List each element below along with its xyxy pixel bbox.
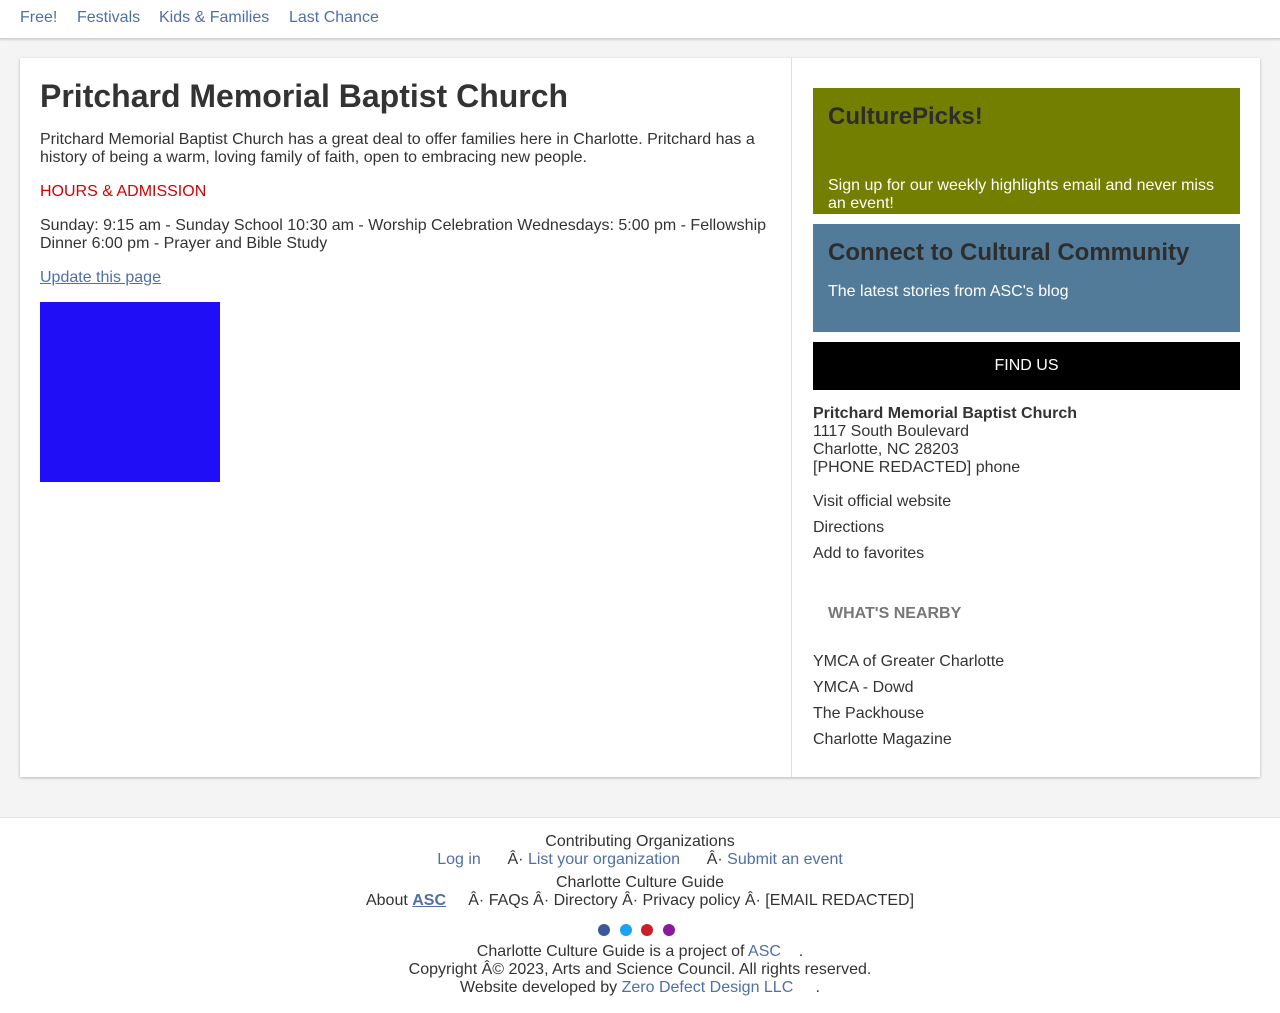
- venue-image: [40, 302, 220, 482]
- separator: Â·: [507, 851, 524, 868]
- developed-text: Website developed by: [460, 979, 618, 996]
- privacy-policy-link[interactable]: Privacy policy: [643, 892, 741, 909]
- directions-link[interactable]: Directions: [813, 519, 951, 545]
- directory-link[interactable]: Directory: [554, 892, 618, 909]
- project-text: Charlotte Culture Guide is a project of: [476, 943, 745, 960]
- separator: Â·: [744, 892, 761, 909]
- nav-link-last-chance[interactable]: Last Chance: [289, 9, 379, 27]
- developer-period: .: [815, 979, 820, 996]
- twitter-icon[interactable]: [619, 924, 632, 936]
- venue-links: Visit official website Directions Add to…: [813, 493, 951, 571]
- guide-heading: Charlotte Culture Guide: [555, 874, 725, 891]
- venue-address: Pritchard Memorial Baptist Church 1117 S…: [813, 405, 1077, 477]
- find-us-header: FIND US: [813, 342, 1240, 390]
- facebook-icon[interactable]: [598, 924, 610, 936]
- list-organization-link[interactable]: List your organization: [528, 851, 680, 868]
- nearby-item[interactable]: The Packhouse: [813, 705, 1004, 731]
- visit-website-link[interactable]: Visit official website: [813, 493, 951, 519]
- intro-text: Pritchard Memorial Baptist Church has a …: [40, 131, 755, 166]
- asc-link[interactable]: ASC: [412, 892, 446, 909]
- separator: Â·: [706, 851, 723, 868]
- footer: Contributing Organizations Log in Â· Lis…: [0, 817, 1280, 1013]
- venue-phone: [PHONE REDACTED] phone: [813, 459, 1021, 476]
- separator: Â·: [533, 892, 550, 909]
- page-title: Pritchard Memorial Baptist Church: [40, 78, 569, 114]
- nearby-item[interactable]: YMCA - Dowd: [813, 679, 1004, 705]
- about-label: About: [365, 892, 408, 909]
- developer-link[interactable]: Zero Defect Design LLC: [622, 979, 794, 996]
- nearby-item[interactable]: YMCA of Greater Charlotte: [813, 653, 1004, 679]
- separator: Â·: [468, 892, 485, 909]
- footer-email[interactable]: [EMAIL REDACTED]: [765, 892, 914, 909]
- nav-link-kids-families[interactable]: Kids & Families: [159, 9, 269, 27]
- connect-title: Connect to Cultural Community: [828, 239, 1190, 266]
- copyright-text: Copyright Â© 2023, Arts and Science Coun…: [408, 961, 872, 978]
- nearby-list: YMCA of Greater Charlotte YMCA - Dowd Th…: [813, 653, 1004, 757]
- nav-link-free[interactable]: Free!: [20, 9, 57, 27]
- separator: Â·: [622, 892, 639, 909]
- nav-link-festivals[interactable]: Festivals: [77, 9, 140, 27]
- venue-city: Charlotte, NC 28203: [813, 441, 959, 458]
- update-page-link[interactable]: Update this page: [40, 269, 161, 287]
- instagram-icon[interactable]: [662, 924, 675, 936]
- culturepicks-text: Sign up for our weekly highlights email …: [828, 177, 1214, 212]
- column-divider: [791, 58, 792, 777]
- connect-text: The latest stories from ASC's blog: [828, 283, 1069, 300]
- culturepicks-title: CulturePicks!: [828, 103, 983, 130]
- add-to-favorites-link[interactable]: Add to favorites: [813, 545, 951, 571]
- submit-event-link[interactable]: Submit an event: [727, 851, 843, 868]
- venue-street: 1117 South Boulevard: [813, 423, 969, 440]
- developer-line: Website developed by Zero Defect Design …: [0, 979, 1280, 997]
- culturepicks-promo[interactable]: CulturePicks! Sign up for our weekly hig…: [813, 88, 1240, 214]
- faqs-link[interactable]: FAQs: [489, 892, 529, 909]
- content-card: Pritchard Memorial Baptist Church Pritch…: [20, 58, 1260, 777]
- connect-community-promo[interactable]: Connect to Cultural Community The latest…: [813, 224, 1240, 332]
- project-period: .: [798, 943, 804, 960]
- top-navigation: Free! Festivals Kids & Families Last Cha…: [0, 0, 1280, 39]
- project-line: Charlotte Culture Guide is a project of …: [0, 943, 1280, 961]
- hours-text: Sunday: 9:15 am - Sunday School 10:30 am…: [40, 217, 767, 252]
- guide-links: About ASC Â· FAQs Â· Directory Â· Privac…: [0, 892, 1280, 910]
- contributing-heading: Contributing Organizations: [545, 833, 735, 850]
- contributing-links: Log in Â· List your organization Â· Subm…: [0, 851, 1280, 869]
- hours-heading: HOURS & ADMISSION: [40, 183, 207, 200]
- venue-name: Pritchard Memorial Baptist Church: [813, 405, 1078, 422]
- pinterest-icon[interactable]: [641, 924, 653, 936]
- project-asc-link[interactable]: ASC: [748, 943, 781, 960]
- nearby-item[interactable]: Charlotte Magazine: [813, 731, 1004, 757]
- login-link[interactable]: Log in: [437, 851, 481, 868]
- social-icons: [598, 923, 684, 941]
- whats-nearby-heading: WHAT'S NEARBY: [828, 605, 962, 622]
